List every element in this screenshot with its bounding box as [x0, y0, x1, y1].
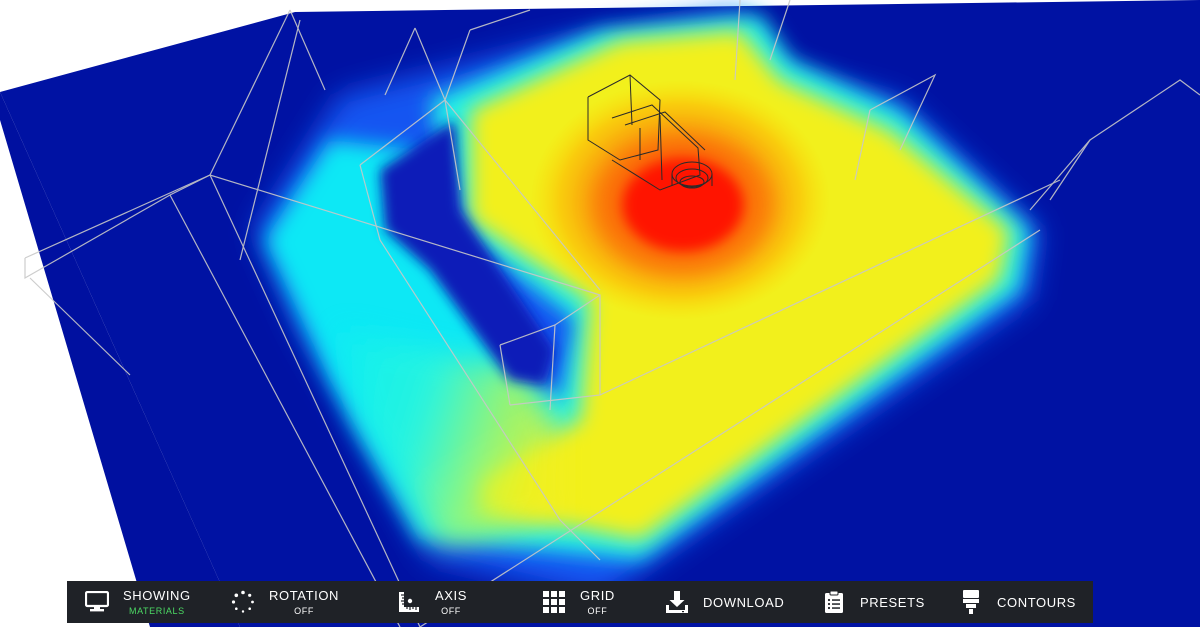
- axis-toggle[interactable]: AXIS OFF: [397, 581, 467, 623]
- download-button[interactable]: DOWNLOAD: [665, 581, 784, 623]
- contours-button[interactable]: CONTOURS: [959, 581, 1076, 623]
- axis-label: AXIS: [435, 587, 468, 603]
- bottom-toolbar: SHOWING MATERIALS ROTATION OFF AXIS OFF …: [67, 581, 1093, 623]
- grid-toggle[interactable]: GRID OFF: [542, 581, 615, 623]
- showing-toggle[interactable]: SHOWING MATERIALS: [85, 581, 191, 623]
- rotation-icon: [231, 590, 255, 614]
- rotation-toggle[interactable]: ROTATION OFF: [231, 581, 339, 623]
- download-icon: [665, 590, 689, 614]
- showing-value: MATERIALS: [129, 605, 185, 616]
- clipboard-icon: [822, 590, 846, 614]
- download-label: DOWNLOAD: [703, 594, 785, 610]
- rotation-label: ROTATION: [269, 587, 340, 603]
- contours-icon: [959, 590, 983, 614]
- presets-label: PRESETS: [860, 594, 925, 610]
- presets-button[interactable]: PRESETS: [822, 581, 925, 623]
- grid-icon: [542, 590, 566, 614]
- contours-label: CONTOURS: [997, 594, 1076, 610]
- grid-value: OFF: [587, 605, 608, 616]
- grid-label: GRID: [580, 587, 615, 603]
- axis-value: OFF: [441, 605, 461, 616]
- heatmap-scene: [0, 0, 1200, 627]
- monitor-icon: [85, 590, 109, 614]
- 3d-viewport[interactable]: SHOWING MATERIALS ROTATION OFF AXIS OFF …: [0, 0, 1200, 627]
- axis-ruler-icon: [397, 590, 421, 614]
- showing-label: SHOWING: [123, 587, 191, 603]
- rotation-value: OFF: [294, 605, 314, 616]
